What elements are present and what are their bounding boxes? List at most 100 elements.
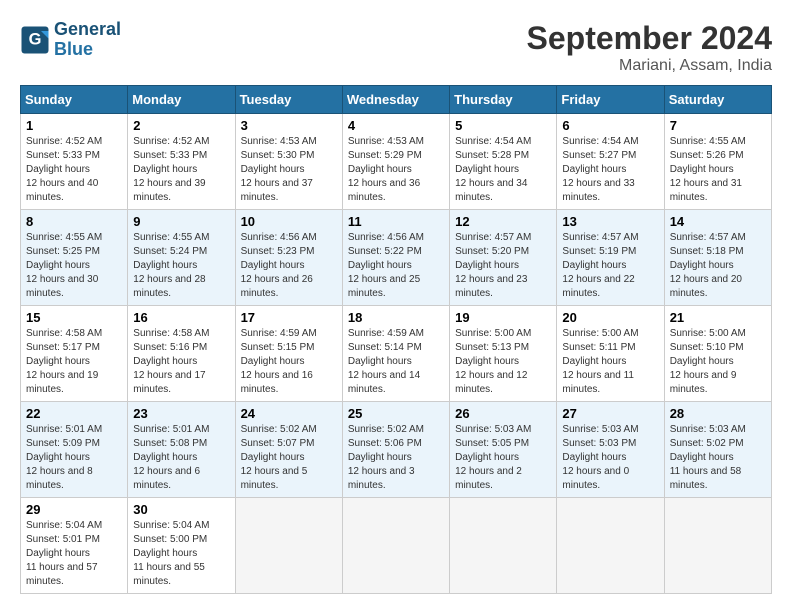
day-number: 2 (133, 118, 229, 133)
calendar-cell: 22 Sunrise: 5:01 AMSunset: 5:09 PMDayligh… (21, 402, 128, 498)
calendar-cell (342, 498, 449, 594)
calendar-cell: 3 Sunrise: 4:53 AMSunset: 5:30 PMDaylight… (235, 114, 342, 210)
day-number: 10 (241, 214, 337, 229)
calendar-cell: 4 Sunrise: 4:53 AMSunset: 5:29 PMDaylight… (342, 114, 449, 210)
calendar-cell: 14 Sunrise: 4:57 AMSunset: 5:18 PMDayligh… (664, 210, 771, 306)
day-info: Sunrise: 5:01 AMSunset: 5:08 PMDaylight … (133, 423, 229, 493)
day-number: 26 (455, 406, 551, 421)
calendar-cell: 16 Sunrise: 4:58 AMSunset: 5:16 PMDayligh… (128, 306, 235, 402)
calendar-cell: 25 Sunrise: 5:02 AMSunset: 5:06 PMDayligh… (342, 402, 449, 498)
column-header-monday: Monday (128, 86, 235, 114)
day-info: Sunrise: 4:53 AMSunset: 5:29 PMDaylight … (348, 135, 444, 205)
day-info: Sunrise: 5:01 AMSunset: 5:09 PMDaylight … (26, 423, 122, 493)
calendar-cell (235, 498, 342, 594)
day-number: 22 (26, 406, 122, 421)
day-info: Sunrise: 5:04 AMSunset: 5:01 PMDaylight … (26, 519, 122, 589)
day-number: 28 (670, 406, 766, 421)
day-info: Sunrise: 4:57 AMSunset: 5:18 PMDaylight … (670, 231, 766, 301)
day-info: Sunrise: 4:55 AMSunset: 5:25 PMDaylight … (26, 231, 122, 301)
calendar-cell: 29Sunrise: 5:04 AMSunset: 5:01 PMDayligh… (21, 498, 128, 594)
day-number: 21 (670, 310, 766, 325)
column-header-wednesday: Wednesday (342, 86, 449, 114)
day-info: Sunrise: 4:56 AMSunset: 5:23 PMDaylight … (241, 231, 337, 301)
day-info: Sunrise: 5:02 AMSunset: 5:07 PMDaylight … (241, 423, 337, 493)
day-number: 17 (241, 310, 337, 325)
day-number: 11 (348, 214, 444, 229)
day-info: Sunrise: 5:04 AMSunset: 5:00 PMDaylight … (133, 519, 229, 589)
calendar-cell: 7 Sunrise: 4:55 AMSunset: 5:26 PMDaylight… (664, 114, 771, 210)
calendar-cell: 8Sunrise: 4:55 AMSunset: 5:25 PMDaylight… (21, 210, 128, 306)
day-info: Sunrise: 4:59 AMSunset: 5:15 PMDaylight … (241, 327, 337, 397)
svg-text:G: G (29, 30, 42, 48)
calendar-cell: 1Sunrise: 4:52 AMSunset: 5:33 PMDaylight… (21, 114, 128, 210)
location: Mariani, Assam, India (527, 57, 772, 75)
calendar-cell: 2 Sunrise: 4:52 AMSunset: 5:33 PMDaylight… (128, 114, 235, 210)
calendar-cell (557, 498, 664, 594)
day-info: Sunrise: 4:52 AMSunset: 5:33 PMDaylight … (133, 135, 229, 205)
title-section: September 2024 Mariani, Assam, India (527, 20, 772, 75)
day-number: 24 (241, 406, 337, 421)
day-number: 25 (348, 406, 444, 421)
day-number: 13 (562, 214, 658, 229)
calendar-cell: 13 Sunrise: 4:57 AMSunset: 5:19 PMDayligh… (557, 210, 664, 306)
logo-icon: G (20, 25, 50, 55)
calendar-cell: 17 Sunrise: 4:59 AMSunset: 5:15 PMDayligh… (235, 306, 342, 402)
calendar-cell: 28Sunrise: 5:03 AMSunset: 5:02 PMDayligh… (664, 402, 771, 498)
day-info: Sunrise: 4:52 AMSunset: 5:33 PMDaylight … (26, 135, 122, 205)
calendar-cell: 30 Sunrise: 5:04 AMSunset: 5:00 PMDayligh… (128, 498, 235, 594)
day-info: Sunrise: 5:00 AMSunset: 5:11 PMDaylight … (562, 327, 658, 397)
day-info: Sunrise: 5:03 AMSunset: 5:05 PMDaylight … (455, 423, 551, 493)
day-number: 30 (133, 502, 229, 517)
day-number: 16 (133, 310, 229, 325)
day-info: Sunrise: 4:59 AMSunset: 5:14 PMDaylight … (348, 327, 444, 397)
day-number: 12 (455, 214, 551, 229)
column-header-sunday: Sunday (21, 86, 128, 114)
day-number: 4 (348, 118, 444, 133)
calendar-cell: 26 Sunrise: 5:03 AMSunset: 5:05 PMDayligh… (450, 402, 557, 498)
day-info: Sunrise: 4:53 AMSunset: 5:30 PMDaylight … (241, 135, 337, 205)
month-title: September 2024 (527, 20, 772, 57)
calendar-week-row: 1Sunrise: 4:52 AMSunset: 5:33 PMDaylight… (21, 114, 772, 210)
day-number: 14 (670, 214, 766, 229)
day-number: 3 (241, 118, 337, 133)
day-number: 23 (133, 406, 229, 421)
calendar-cell: 9 Sunrise: 4:55 AMSunset: 5:24 PMDaylight… (128, 210, 235, 306)
day-info: Sunrise: 4:55 AMSunset: 5:24 PMDaylight … (133, 231, 229, 301)
calendar-cell: 27Sunrise: 5:03 AMSunset: 5:03 PMDayligh… (557, 402, 664, 498)
day-number: 9 (133, 214, 229, 229)
day-number: 18 (348, 310, 444, 325)
day-info: Sunrise: 5:02 AMSunset: 5:06 PMDaylight … (348, 423, 444, 493)
day-info: Sunrise: 5:00 AMSunset: 5:10 PMDaylight … (670, 327, 766, 397)
calendar-cell (450, 498, 557, 594)
day-info: Sunrise: 4:57 AMSunset: 5:20 PMDaylight … (455, 231, 551, 301)
column-header-saturday: Saturday (664, 86, 771, 114)
calendar-week-row: 8Sunrise: 4:55 AMSunset: 5:25 PMDaylight… (21, 210, 772, 306)
day-number: 6 (562, 118, 658, 133)
calendar-cell: 11 Sunrise: 4:56 AMSunset: 5:22 PMDayligh… (342, 210, 449, 306)
day-info: Sunrise: 4:56 AMSunset: 5:22 PMDaylight … (348, 231, 444, 301)
calendar-cell: 5 Sunrise: 4:54 AMSunset: 5:28 PMDaylight… (450, 114, 557, 210)
calendar-cell: 18 Sunrise: 4:59 AMSunset: 5:14 PMDayligh… (342, 306, 449, 402)
day-info: Sunrise: 4:58 AMSunset: 5:17 PMDaylight … (26, 327, 122, 397)
calendar-week-row: 15 Sunrise: 4:58 AMSunset: 5:17 PMDayligh… (21, 306, 772, 402)
day-info: Sunrise: 5:03 AMSunset: 5:03 PMDaylight … (562, 423, 658, 493)
calendar-cell: 19Sunrise: 5:00 AMSunset: 5:13 PMDayligh… (450, 306, 557, 402)
calendar-cell: 15 Sunrise: 4:58 AMSunset: 5:17 PMDayligh… (21, 306, 128, 402)
calendar-cell: 24 Sunrise: 5:02 AMSunset: 5:07 PMDayligh… (235, 402, 342, 498)
column-header-tuesday: Tuesday (235, 86, 342, 114)
day-info: Sunrise: 4:57 AMSunset: 5:19 PMDaylight … (562, 231, 658, 301)
day-number: 15 (26, 310, 122, 325)
calendar-week-row: 29Sunrise: 5:04 AMSunset: 5:01 PMDayligh… (21, 498, 772, 594)
page-header: G General Blue September 2024 Mariani, A… (20, 20, 772, 75)
day-info: Sunrise: 4:58 AMSunset: 5:16 PMDaylight … (133, 327, 229, 397)
day-info: Sunrise: 4:54 AMSunset: 5:28 PMDaylight … (455, 135, 551, 205)
day-info: Sunrise: 4:55 AMSunset: 5:26 PMDaylight … (670, 135, 766, 205)
day-info: Sunrise: 4:54 AMSunset: 5:27 PMDaylight … (562, 135, 658, 205)
calendar-cell: 21 Sunrise: 5:00 AMSunset: 5:10 PMDayligh… (664, 306, 771, 402)
calendar-cell (664, 498, 771, 594)
day-number: 20 (562, 310, 658, 325)
day-number: 7 (670, 118, 766, 133)
calendar-cell: 23 Sunrise: 5:01 AMSunset: 5:08 PMDayligh… (128, 402, 235, 498)
day-number: 5 (455, 118, 551, 133)
day-number: 19 (455, 310, 551, 325)
